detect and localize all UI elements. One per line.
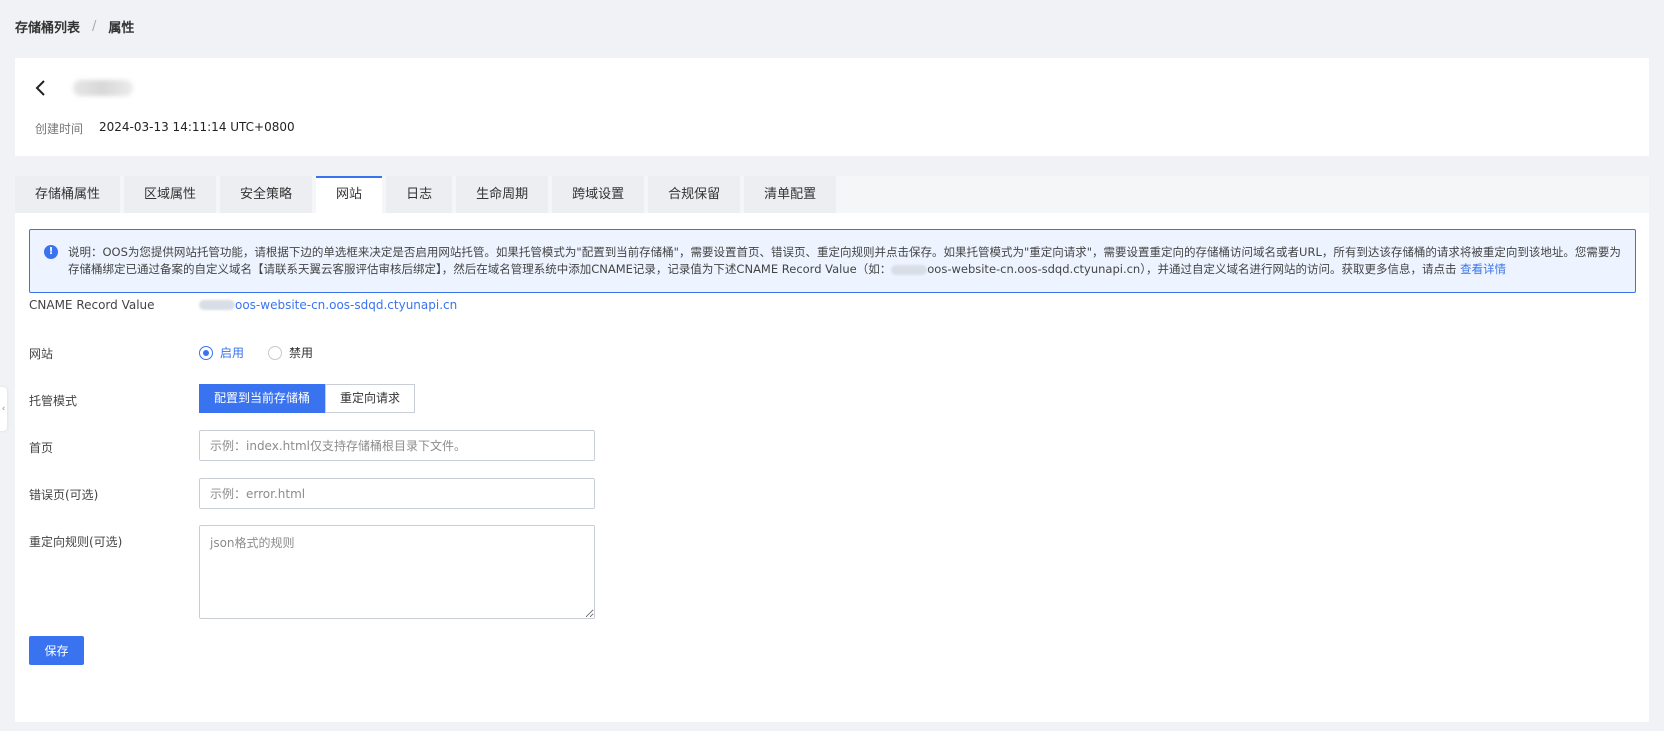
radio-enable-dot (199, 345, 213, 360)
radio-disable-dot (268, 345, 283, 360)
mode-redirect-button[interactable]: 重定向请求 (325, 384, 416, 413)
notice-text-line2b: oos-website-cn.oos-sdqd.ctyunapi.cn），并通过… (927, 262, 1461, 276)
tab-website[interactable]: 网站 (316, 176, 383, 213)
tab-region-properties[interactable]: 区域属性 (124, 176, 217, 213)
save-button[interactable]: 保存 (29, 636, 84, 665)
index-page-input[interactable] (199, 430, 595, 461)
info-icon: ! (44, 245, 58, 259)
radio-enable-label: 启用 (220, 346, 245, 360)
mode-current-bucket-button[interactable]: 配置到当前存储桶 (199, 384, 326, 413)
notice-text-line1: 说明：OOS为您提供网站托管功能，请根据下边的单选框来决定是否启用网站托管。如果… (68, 245, 1552, 259)
tab-logs[interactable]: 日志 (386, 176, 453, 213)
tab-bucket-properties[interactable]: 存储桶属性 (15, 176, 121, 213)
website-label: 网站 (29, 347, 54, 361)
breadcrumb-properties: 属性 (108, 21, 135, 36)
bucket-name-redacted (73, 80, 133, 96)
redirect-rules-label: 重定向规则(可选) (29, 535, 123, 549)
created-time-label: 创建时间 (35, 122, 84, 136)
cname-value-text: oos-website-cn.oos-sdqd.ctyunapi.cn (235, 298, 458, 312)
redirect-rules-textarea[interactable] (199, 525, 595, 619)
tab-lifecycle[interactable]: 生命周期 (456, 176, 549, 213)
breadcrumb-separator: / (92, 19, 97, 34)
hosting-mode-switch: 配置到当前存储桶 重定向请求 (199, 384, 416, 413)
cname-value: oos-website-cn.oos-sdqd.ctyunapi.cn (199, 298, 457, 312)
website-hosting-notice: ! 说明：OOS为您提供网站托管功能，请根据下边的单选框来决定是否启用网站托管。… (29, 229, 1636, 293)
sidebar-collapse-handle[interactable]: ‹ (0, 387, 7, 431)
tab-security-policy[interactable]: 安全策略 (220, 176, 313, 213)
tab-bar: 存储桶属性 区域属性 安全策略 网站 日志 生命周期 跨域设置 合规保留 清单配… (15, 176, 840, 213)
redacted-bucket-prefix (199, 300, 235, 310)
back-arrow-icon[interactable] (34, 78, 50, 98)
index-page-label: 首页 (29, 441, 54, 455)
redacted-bucket-name (891, 264, 928, 275)
created-time-value: 2024-03-13 14:11:14 UTC+0800 (99, 120, 295, 134)
hosting-mode-label: 托管模式 (29, 394, 78, 408)
cname-label: CNAME Record Value (29, 298, 155, 312)
error-page-input[interactable] (199, 478, 595, 509)
properties-panel: 存储桶属性 区域属性 安全策略 网站 日志 生命周期 跨域设置 合规保留 清单配… (15, 176, 1649, 722)
breadcrumb-bucket-list[interactable]: 存储桶列表 (15, 17, 80, 36)
error-page-label: 错误页(可选) (29, 488, 99, 502)
radio-enable[interactable]: 启用 (199, 344, 244, 361)
view-details-link[interactable]: 查看详情 (1460, 262, 1506, 276)
tab-compliance-retention[interactable]: 合规保留 (648, 176, 741, 213)
radio-disable[interactable]: 禁用 (268, 344, 313, 361)
tab-inventory[interactable]: 清单配置 (744, 176, 837, 213)
bucket-header-card: 创建时间 2024-03-13 14:11:14 UTC+0800 (15, 58, 1649, 156)
tab-cors[interactable]: 跨域设置 (552, 176, 645, 213)
radio-disable-label: 禁用 (289, 346, 314, 360)
breadcrumb: 存储桶列表 / 属性 (15, 17, 134, 36)
website-radio-group: 启用 禁用 (199, 344, 337, 361)
